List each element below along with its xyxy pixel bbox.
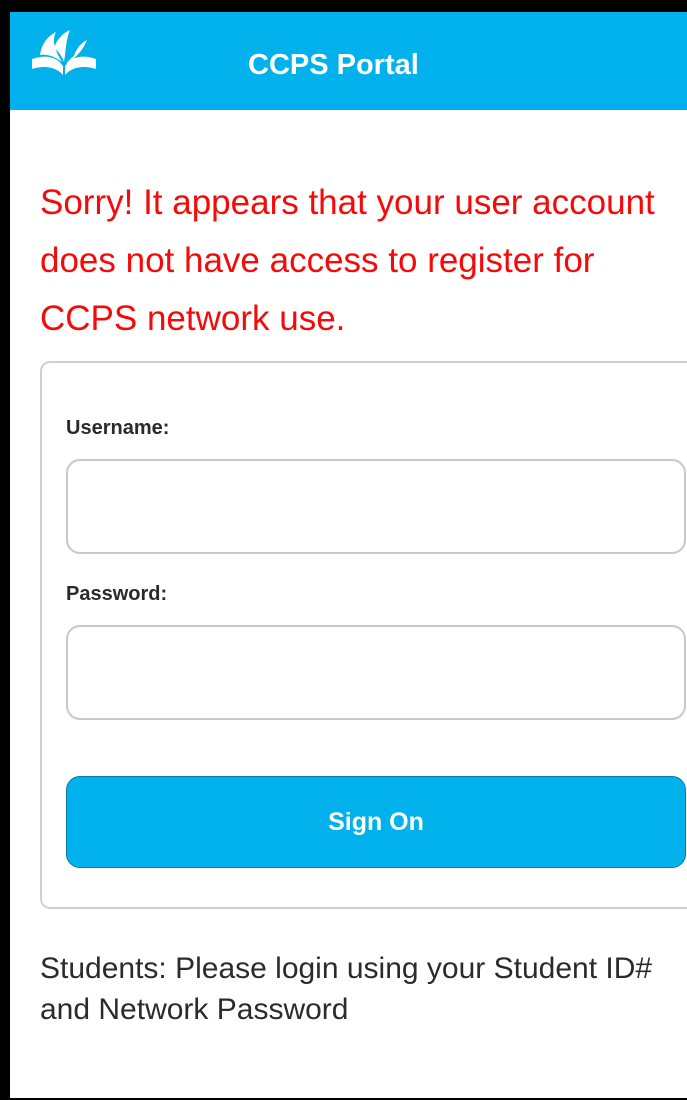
student-login-note: Students: Please login using your Studen… [40, 952, 653, 1026]
page-frame: CCPS Portal Sorry! It appears that your … [10, 12, 687, 1098]
password-field[interactable] [66, 625, 686, 720]
username-field[interactable] [66, 459, 686, 554]
access-error-message: Sorry! It appears that your user account… [40, 183, 655, 338]
page-title: CCPS Portal [248, 49, 419, 81]
login-card: Username: Password: Sign On [40, 361, 687, 909]
password-label: Password: [66, 583, 168, 605]
username-label: Username: [66, 417, 170, 439]
open-book-icon [32, 30, 96, 75]
portal-header: CCPS Portal [10, 12, 687, 110]
sign-on-button[interactable]: Sign On [66, 776, 686, 868]
